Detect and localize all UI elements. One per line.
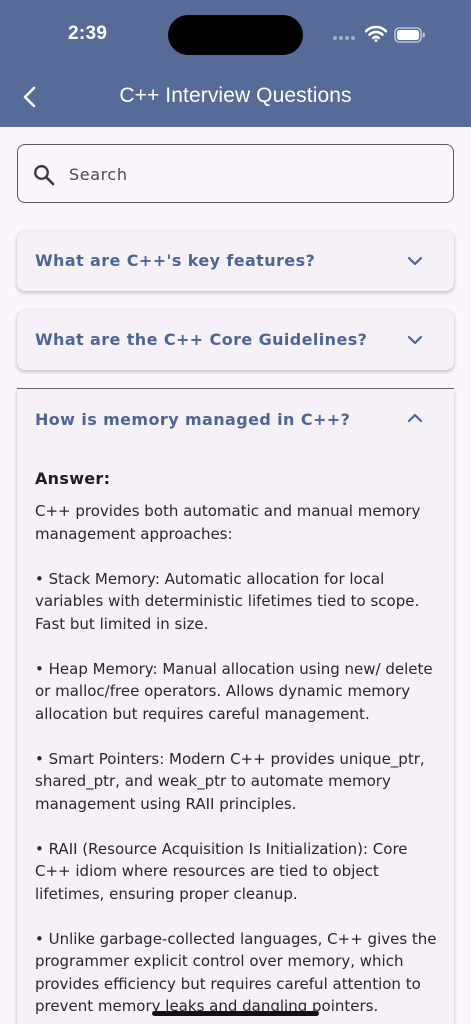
dynamic-island bbox=[168, 15, 303, 55]
battery-icon bbox=[394, 27, 425, 43]
chevron-up-icon bbox=[407, 413, 423, 423]
question-card-core-guidelines[interactable]: What are the C++ Core Guidelines? bbox=[17, 310, 454, 370]
question-text: How is memory managed in C++? bbox=[35, 410, 351, 429]
chevron-down-icon bbox=[407, 256, 423, 266]
question-text: What are the C++ Core Guidelines? bbox=[35, 330, 368, 349]
status-time: 2:39 bbox=[68, 23, 108, 44]
question-text: What are C++'s key features? bbox=[35, 251, 316, 270]
cellular-signal-icon bbox=[333, 36, 359, 42]
answer-label: Answer: bbox=[35, 469, 111, 488]
search-icon bbox=[34, 165, 55, 186]
search-field[interactable] bbox=[17, 144, 454, 203]
question-card-key-features[interactable]: What are C++'s key features? bbox=[17, 231, 454, 291]
question-card-memory-management[interactable]: How is memory managed in C++? Answer: C+… bbox=[17, 389, 454, 1024]
chevron-down-icon bbox=[407, 335, 423, 345]
app-header: 2:39 C++ Interview Questions bbox=[0, 0, 471, 127]
answer-text: C++ provides both automatic and manual m… bbox=[35, 502, 437, 1015]
wifi-icon bbox=[365, 25, 387, 42]
search-input[interactable] bbox=[69, 163, 429, 185]
home-indicator bbox=[152, 1011, 319, 1016]
page-title: C++ Interview Questions bbox=[119, 84, 352, 107]
